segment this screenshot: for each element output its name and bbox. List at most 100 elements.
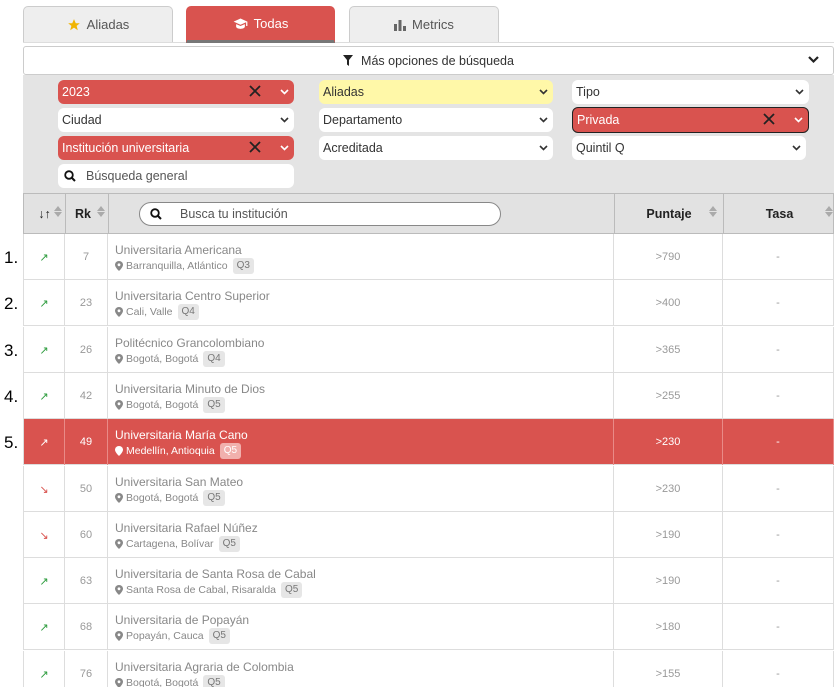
aliadas-select[interactable]: Aliadas	[319, 80, 553, 104]
tipo-select[interactable]: Tipo	[572, 80, 809, 104]
tasa-cell: -	[723, 280, 834, 326]
trend-cell: ↗	[23, 234, 65, 280]
table-row[interactable]: ↗ 23 Universitaria Centro Superior Cali, Va…	[23, 280, 834, 326]
chevron-down-icon	[808, 53, 819, 67]
institution-name[interactable]: Universitaria María Cano	[115, 427, 248, 443]
location-text: Bogotá, Bogotá	[126, 399, 199, 411]
tab-aliadas[interactable]: Aliadas	[23, 6, 173, 42]
acreditada-select[interactable]: Acreditada	[319, 136, 553, 160]
tab-todas[interactable]: Todas	[186, 6, 335, 43]
puntaje-header-label: Puntaje	[646, 206, 692, 221]
institution-name[interactable]: Universitaria San Mateo	[115, 474, 243, 490]
institution-cell[interactable]: Universitaria Minuto de Dios Bogotá, Bogo…	[108, 373, 614, 419]
institution-name[interactable]: Universitaria Minuto de Dios	[115, 381, 265, 397]
institution-name[interactable]: Universitaria de Santa Rosa de Cabal	[115, 566, 316, 582]
trend-up-icon: ↗	[39, 297, 49, 310]
tab-metrics[interactable]: Metrics	[349, 6, 499, 42]
table-row[interactable]: ↗ 76 Universitaria Agraria de Colombia Bogo…	[23, 651, 834, 687]
institution-name[interactable]: Universitaria Americana	[115, 242, 242, 258]
tipo-value: Tipo	[576, 85, 600, 99]
table-row[interactable]: ↗ 63 Universitaria de Santa Rosa de Cabal S…	[23, 558, 834, 604]
clear-icon[interactable]	[763, 113, 777, 127]
map-pin-icon	[115, 261, 123, 271]
institution-cell[interactable]: Politécnico Grancolombiano Bogotá, Bogotá…	[108, 327, 614, 373]
institution-cell[interactable]: Universitaria Centro Superior Cali, Valle…	[108, 280, 614, 326]
aliadas-value: Aliadas	[323, 85, 364, 99]
institution-name[interactable]: Universitaria Agraria de Colombia	[115, 659, 294, 675]
institution-cell[interactable]: Universitaria Agraria de Colombia Bogotá,…	[108, 651, 614, 687]
quintil-select[interactable]: Quintil Q	[572, 136, 806, 160]
rk-column-header[interactable]: Rk	[66, 194, 109, 233]
quintile-badge: Q5	[203, 397, 225, 413]
table-row[interactable]: ↗ 42 Universitaria Minuto de Dios Bogotá, B…	[23, 373, 834, 419]
puntaje-column-header[interactable]: Puntaje	[615, 194, 724, 233]
table-row[interactable]: ↗ 26 Politécnico Grancolombiano Bogotá, Bog…	[23, 327, 834, 373]
table-row[interactable]: ↘ 50 Universitaria San Mateo Bogotá, Bogotá…	[23, 466, 834, 512]
trend-cell: ↘	[23, 466, 65, 512]
institution-location: Bogotá, Bogotá Q4	[115, 351, 225, 367]
institution-cell[interactable]: Universitaria San Mateo Bogotá, Bogotá Q5	[108, 466, 614, 512]
chevron-down-icon	[277, 145, 291, 151]
trend-cell: ↗	[23, 280, 65, 326]
table-row[interactable]: ↘ 60 Universitaria Rafael Núñez Cartagena, …	[23, 512, 834, 558]
year-select[interactable]: 2023	[58, 80, 294, 104]
sort-column-header[interactable]: ↓↑	[24, 194, 66, 233]
institution-cell[interactable]: Universitaria María Cano Medellín, Antioq…	[108, 419, 614, 465]
table-row[interactable]: ↗ 7 Universitaria Americana Barranquilla, A…	[23, 234, 834, 280]
rank-cell: 50	[65, 466, 108, 512]
institution-cell[interactable]: Universitaria Rafael Núñez Cartagena, Bol…	[108, 512, 614, 558]
institution-location: Bogotá, Bogotá Q5	[115, 397, 225, 413]
rank-cell: 7	[65, 234, 108, 280]
map-pin-icon	[115, 354, 123, 364]
institution-name[interactable]: Universitaria Rafael Núñez	[115, 520, 258, 536]
institution-name[interactable]: Politécnico Grancolombiano	[115, 335, 264, 351]
sort-arrows-icon	[825, 206, 833, 217]
institution-column-header: Busca tu institución	[109, 194, 615, 233]
chevron-down-icon	[277, 117, 291, 123]
institucion-select[interactable]: Institución universitaria	[58, 136, 294, 160]
clear-icon[interactable]	[249, 85, 263, 99]
score-cell: >400	[614, 280, 723, 326]
sort-toggle-label: ↓↑	[38, 206, 51, 221]
tab-label: Aliadas	[86, 17, 130, 32]
tab-label: Todas	[253, 16, 289, 31]
tab-label: Metrics	[412, 17, 454, 32]
institution-name[interactable]: Universitaria Centro Superior	[115, 288, 270, 304]
quintile-badge: Q5	[208, 628, 230, 644]
score-cell: >155	[614, 651, 723, 687]
sort-arrows-icon	[54, 206, 62, 217]
tasa-cell: -	[723, 466, 834, 512]
clear-icon[interactable]	[249, 141, 263, 155]
map-pin-icon	[115, 446, 123, 456]
map-pin-icon	[115, 400, 123, 410]
chevron-down-icon	[789, 145, 803, 151]
location-text: Santa Rosa de Cabal, Risaralda	[126, 584, 277, 596]
table-row[interactable]: ↗ 68 Universitaria de Popayán Popayán, Cauc…	[23, 604, 834, 650]
sector-select[interactable]: Privada	[572, 107, 809, 133]
quintile-badge: Q3	[232, 258, 254, 274]
score-cell: >190	[614, 558, 723, 604]
more-options-toggle[interactable]: Más opciones de búsqueda	[23, 46, 834, 75]
tab-bar: Aliadas Todas Metrics	[23, 6, 834, 43]
tasa-column-header[interactable]: Tasa	[724, 194, 835, 233]
trend-up-icon: ↗	[39, 390, 49, 403]
institution-cell[interactable]: Universitaria de Popayán Popayán, Cauca Q5	[108, 604, 614, 650]
rank-cell: 63	[65, 558, 108, 604]
location-text: Medellín, Antioquia	[126, 445, 215, 457]
institution-search-input[interactable]: Busca tu institución	[139, 202, 501, 226]
institution-location: Popayán, Cauca Q5	[115, 628, 230, 644]
departamento-select[interactable]: Departamento	[319, 108, 553, 132]
ciudad-select[interactable]: Ciudad	[58, 108, 294, 132]
trend-cell: ↗	[23, 327, 65, 373]
table-row[interactable]: ↗ 49 Universitaria María Cano Medellín, Ant…	[23, 419, 834, 465]
trend-up-icon: ↗	[39, 344, 49, 357]
institution-name[interactable]: Universitaria de Popayán	[115, 612, 249, 628]
institution-cell[interactable]: Universitaria Americana Barranquilla, Atl…	[108, 234, 614, 280]
year-value: 2023	[62, 85, 90, 99]
trend-cell: ↗	[23, 651, 65, 687]
chevron-down-icon	[791, 117, 805, 123]
tasa-header-label: Tasa	[765, 206, 794, 221]
institution-cell[interactable]: Universitaria de Santa Rosa de Cabal Sant…	[108, 558, 614, 604]
rank-cell: 23	[65, 280, 108, 326]
general-search-input[interactable]: Búsqueda general	[58, 164, 294, 188]
